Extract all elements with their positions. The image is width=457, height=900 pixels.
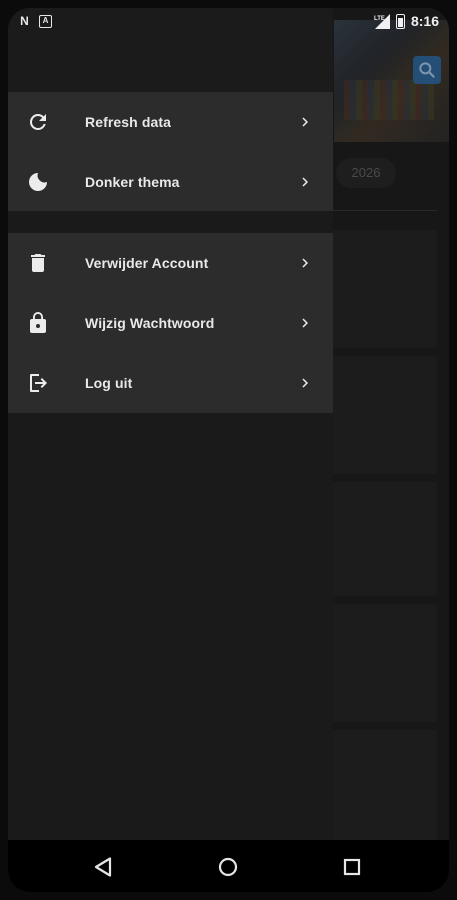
menu-item-label: Donker thema [85,174,180,190]
recents-icon[interactable] [340,855,364,879]
chevron-right-icon [302,258,308,268]
card [333,730,437,840]
menu-item-log-out[interactable]: Log uit [8,353,333,413]
status-bar: N A LTE 8:16 [8,8,449,34]
refresh-icon [29,113,46,130]
card [333,482,437,596]
chevron-right-icon [302,318,308,328]
divider [333,210,437,211]
menu-item-label: Refresh data [85,114,172,130]
battery-icon [395,13,405,29]
menu-item-change-password[interactable]: Wijzig Wachtwoord [8,293,333,353]
status-indicators: LTE 8:16 [374,13,439,29]
notification-a-icon: A [39,15,52,28]
chevron-right-icon [302,378,308,388]
system-nav-bar [8,840,449,892]
card [333,230,437,348]
navigation-drawer: Refresh data Donker thema Verwijder Acco… [8,8,333,840]
card [333,356,437,474]
trash-icon [31,254,45,272]
menu-item-label: Wijzig Wachtwoord [85,315,215,331]
search-icon [419,62,435,78]
drawer-group-settings: Refresh data Donker thema [8,92,333,211]
notification-n-icon: N [20,14,29,28]
search-button [413,56,441,84]
status-notifications: N A [18,15,52,28]
menu-item-refresh-data[interactable]: Refresh data [8,92,333,152]
signal-icon: LTE [374,13,390,29]
drawer-group-account: Verwijder Account Wijzig Wachtwoord Log … [8,233,333,413]
menu-item-delete-account[interactable]: Verwijder Account [8,233,333,293]
moon-icon [29,173,47,191]
year-chip: 2026 [336,158,396,188]
chevron-right-icon [302,177,308,187]
home-icon[interactable] [216,855,240,879]
card [333,604,437,722]
device-screen: 2026 Refresh data Donker thema Verwijder… [8,8,449,892]
lock-icon [30,312,46,333]
svg-text:LTE: LTE [374,16,385,22]
menu-item-label: Verwijder Account [85,255,209,271]
logout-icon [30,374,47,392]
menu-item-label: Log uit [85,375,133,391]
chevron-right-icon [302,117,308,127]
menu-item-dark-theme[interactable]: Donker thema [8,152,333,212]
back-icon[interactable] [92,855,116,879]
status-time: 8:16 [410,13,439,29]
